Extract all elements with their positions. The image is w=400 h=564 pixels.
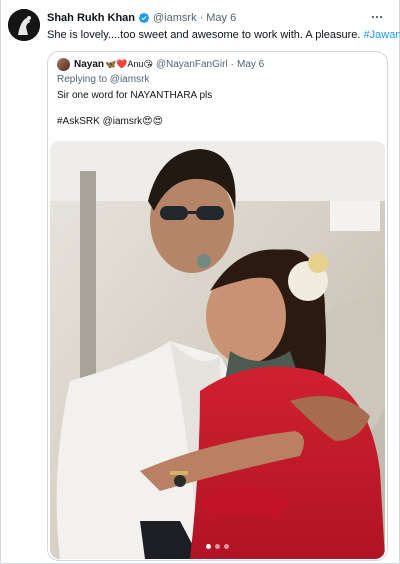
tweet-body: She is lovely....too sweet and awesome t… (47, 29, 364, 41)
quoted-author-name[interactable]: Nayan (74, 59, 104, 70)
tweet-card[interactable]: Shah Rukh Khan @iamsrk · May 6 She is lo… (0, 0, 400, 564)
carousel-dot-2[interactable] (215, 544, 220, 549)
hashtag-link[interactable]: #Jawan (364, 29, 400, 41)
separator-dot: · (199, 12, 204, 24)
author-avatar[interactable] (8, 9, 40, 41)
carousel-dot-3[interactable] (224, 544, 229, 549)
verified-badge-icon (138, 12, 150, 24)
tweet-header: Shah Rukh Khan @iamsrk · May 6 (47, 12, 236, 24)
quoted-body: Sir one word for NAYANTHARA pls (57, 90, 213, 101)
quoted-photo[interactable] (50, 141, 385, 559)
tweet-text: She is lovely....too sweet and awesome t… (47, 29, 400, 41)
quoted-date[interactable]: May 6 (237, 59, 264, 70)
quoted-author-name-emoji: 🦋❤️Anu😘 (105, 59, 153, 69)
replying-to: Replying to @iamsrk (57, 74, 150, 85)
carousel-indicator (50, 544, 385, 549)
author-name[interactable]: Shah Rukh Khan (47, 12, 135, 24)
tweet-date[interactable]: May 6 (206, 12, 236, 24)
quoted-header: Nayan 🦋❤️Anu😘 @NayanFanGirl · May 6 (57, 58, 264, 71)
author-handle[interactable]: @iamsrk (153, 12, 197, 24)
quoted-tags: #AskSRK @iamsrk😍😍 (57, 116, 164, 127)
more-horizontal-icon[interactable] (369, 9, 385, 25)
carousel-dot-1[interactable] (206, 544, 211, 549)
quoted-author-handle[interactable]: @NayanFanGirl (156, 59, 228, 70)
quoted-author-avatar[interactable] (57, 58, 70, 71)
quoted-tweet[interactable]: Nayan 🦋❤️Anu😘 @NayanFanGirl · May 6 Repl… (47, 51, 388, 561)
separator-dot: · (230, 59, 235, 70)
